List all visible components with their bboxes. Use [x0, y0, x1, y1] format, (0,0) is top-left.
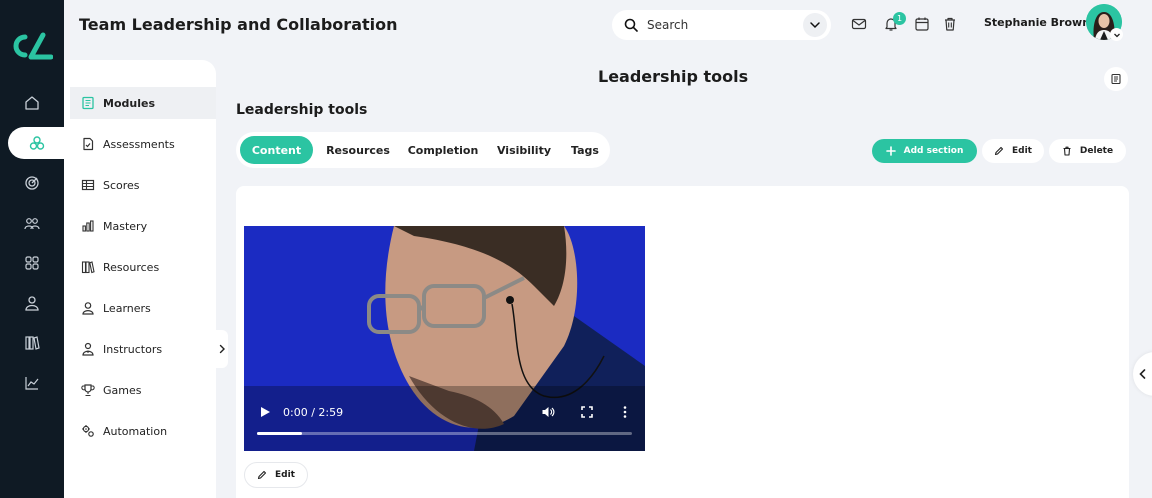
sidebar-item-assessments[interactable]: Assessments	[70, 128, 216, 160]
app-rail	[0, 0, 66, 498]
user-menu-caret[interactable]	[1110, 28, 1123, 41]
sidebar-item-label: Games	[103, 383, 142, 397]
sidebar-item-label: Automation	[103, 424, 168, 438]
guide-button[interactable]	[1104, 67, 1128, 91]
sidebar-item-instructors[interactable]: Instructors	[70, 333, 216, 365]
add-section-button[interactable]: Add section	[872, 139, 977, 163]
app-logo[interactable]	[11, 32, 53, 60]
rail-target[interactable]	[0, 167, 64, 199]
pencil-icon	[994, 146, 1004, 156]
sidebar-item-games[interactable]: Games	[70, 374, 216, 406]
edit-video-button[interactable]: Edit	[244, 462, 308, 488]
tab-resources[interactable]: Resources	[322, 136, 394, 164]
rail-library[interactable]	[0, 327, 64, 359]
sidebar-item-label: Instructors	[103, 342, 163, 356]
search-icon	[624, 18, 638, 32]
app-title: Team Leadership and Collaboration	[79, 15, 398, 34]
table-icon	[81, 179, 95, 191]
target-icon	[25, 176, 39, 190]
plus-icon	[885, 146, 896, 156]
home-icon	[25, 96, 39, 110]
bar-chart-icon	[82, 220, 94, 232]
sidebar-item-automation[interactable]: Automation	[70, 415, 216, 447]
rail-analytics[interactable]	[0, 367, 64, 399]
video-time: 0:00 / 2:59	[283, 406, 344, 419]
notification-badge: 1	[893, 12, 906, 25]
pencil-icon	[257, 470, 267, 480]
sidebar-item-label: Modules	[103, 96, 155, 110]
user-icon	[25, 296, 39, 311]
rail-home[interactable]	[0, 87, 64, 119]
sidebar-item-label: Scores	[103, 178, 140, 192]
rail-modules[interactable]	[8, 127, 66, 159]
chevron-right-icon	[219, 344, 225, 354]
rail-grid[interactable]	[0, 247, 64, 279]
search-box[interactable]: Search	[612, 10, 831, 40]
tab-bar: Content Resources Completion Visibility …	[236, 132, 610, 168]
trash-icon	[1063, 146, 1071, 156]
chevron-down-icon	[1113, 33, 1120, 37]
delete-button[interactable]: Delete	[1049, 139, 1126, 163]
sidebar-item-modules[interactable]: Modules	[70, 87, 216, 119]
right-panel-toggle[interactable]	[1133, 352, 1152, 396]
grid-icon	[25, 256, 39, 270]
search-input[interactable]: Search	[647, 18, 688, 32]
rail-user[interactable]	[0, 287, 64, 319]
delete-label: Delete	[1079, 146, 1114, 156]
sidebar-item-label: Mastery	[103, 219, 148, 233]
sidebar-item-resources[interactable]: Resources	[70, 251, 216, 283]
sidebar-item-learners[interactable]: Learners	[70, 292, 216, 324]
tab-content[interactable]: Content	[240, 136, 313, 164]
sidebar-item-label: Learners	[103, 301, 151, 315]
learner-icon	[82, 302, 94, 315]
books-icon	[81, 261, 95, 274]
volume-icon[interactable]	[541, 405, 555, 419]
rail-groups[interactable]	[0, 207, 64, 239]
sidebar-collapse-toggle[interactable]	[216, 330, 228, 368]
tab-visibility[interactable]: Visibility	[492, 136, 556, 164]
edit-label: Edit	[1012, 146, 1032, 156]
chevron-left-icon	[1139, 369, 1146, 379]
chevron-down-icon	[810, 22, 820, 29]
analytics-icon	[25, 377, 39, 390]
sidebar-item-label: Resources	[103, 260, 160, 274]
user-name: Stephanie Brown	[984, 16, 1091, 29]
video-progress-track[interactable]	[257, 432, 632, 435]
trash-icon[interactable]	[942, 16, 958, 32]
add-section-label: Add section	[903, 146, 964, 156]
edit-video-label: Edit	[275, 470, 295, 480]
fullscreen-icon[interactable]	[580, 405, 594, 419]
trophy-icon	[81, 384, 95, 397]
edit-button[interactable]: Edit	[982, 139, 1044, 163]
video-controls: 0:00 / 2:59	[244, 396, 645, 451]
tab-tags[interactable]: Tags	[564, 136, 606, 164]
sidebar-item-label: Assessments	[103, 137, 175, 151]
book-icon	[1111, 73, 1121, 85]
search-dropdown[interactable]	[803, 13, 827, 37]
calendar-icon[interactable]	[914, 16, 930, 32]
sidebar-item-scores[interactable]: Scores	[70, 169, 216, 201]
modules-book-icon	[82, 96, 94, 110]
sidebar-item-mastery[interactable]: Mastery	[70, 210, 216, 242]
video-player[interactable]: 0:00 / 2:59	[244, 226, 645, 451]
groups-icon	[24, 218, 40, 230]
tab-completion[interactable]: Completion	[404, 136, 482, 164]
gears-icon	[82, 425, 94, 437]
instructor-icon	[82, 342, 94, 356]
video-progress-fill	[257, 432, 302, 435]
play-icon[interactable]	[258, 405, 272, 419]
assessment-icon	[83, 137, 94, 151]
section-title: Leadership tools	[236, 102, 368, 118]
more-options-icon[interactable]	[618, 405, 632, 419]
modules-icon	[29, 136, 45, 150]
library-icon	[25, 336, 40, 350]
page-title: Leadership tools	[598, 67, 749, 86]
mail-icon[interactable]	[851, 16, 867, 32]
